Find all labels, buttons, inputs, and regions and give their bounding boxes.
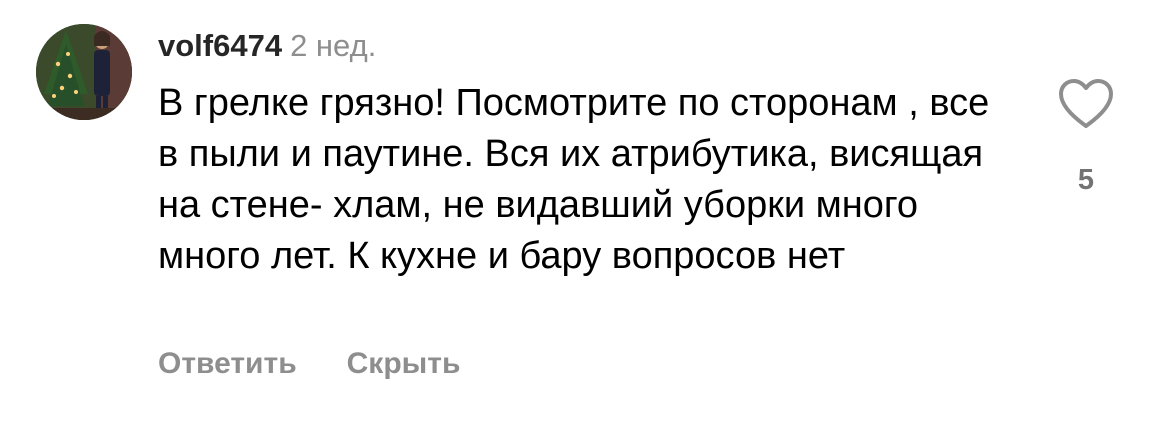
reply-button[interactable]: Ответить — [158, 344, 297, 384]
comment-actions: Ответить Скрыть — [158, 344, 460, 389]
hide-button[interactable]: Скрыть — [347, 344, 461, 384]
avatar[interactable] — [36, 24, 132, 120]
avatar-image — [36, 24, 132, 120]
timestamp: 2 нед. — [290, 28, 377, 63]
like-button[interactable] — [1057, 78, 1115, 130]
username[interactable]: volf6474 — [158, 28, 282, 63]
like-count[interactable]: 5 — [1040, 160, 1132, 200]
heart-outline-icon — [1059, 79, 1113, 128]
comment-header: volf6474 2 нед. — [158, 26, 376, 72]
comment-text: В грелке грязно! Посмотрите по сторонам … — [158, 82, 990, 277]
